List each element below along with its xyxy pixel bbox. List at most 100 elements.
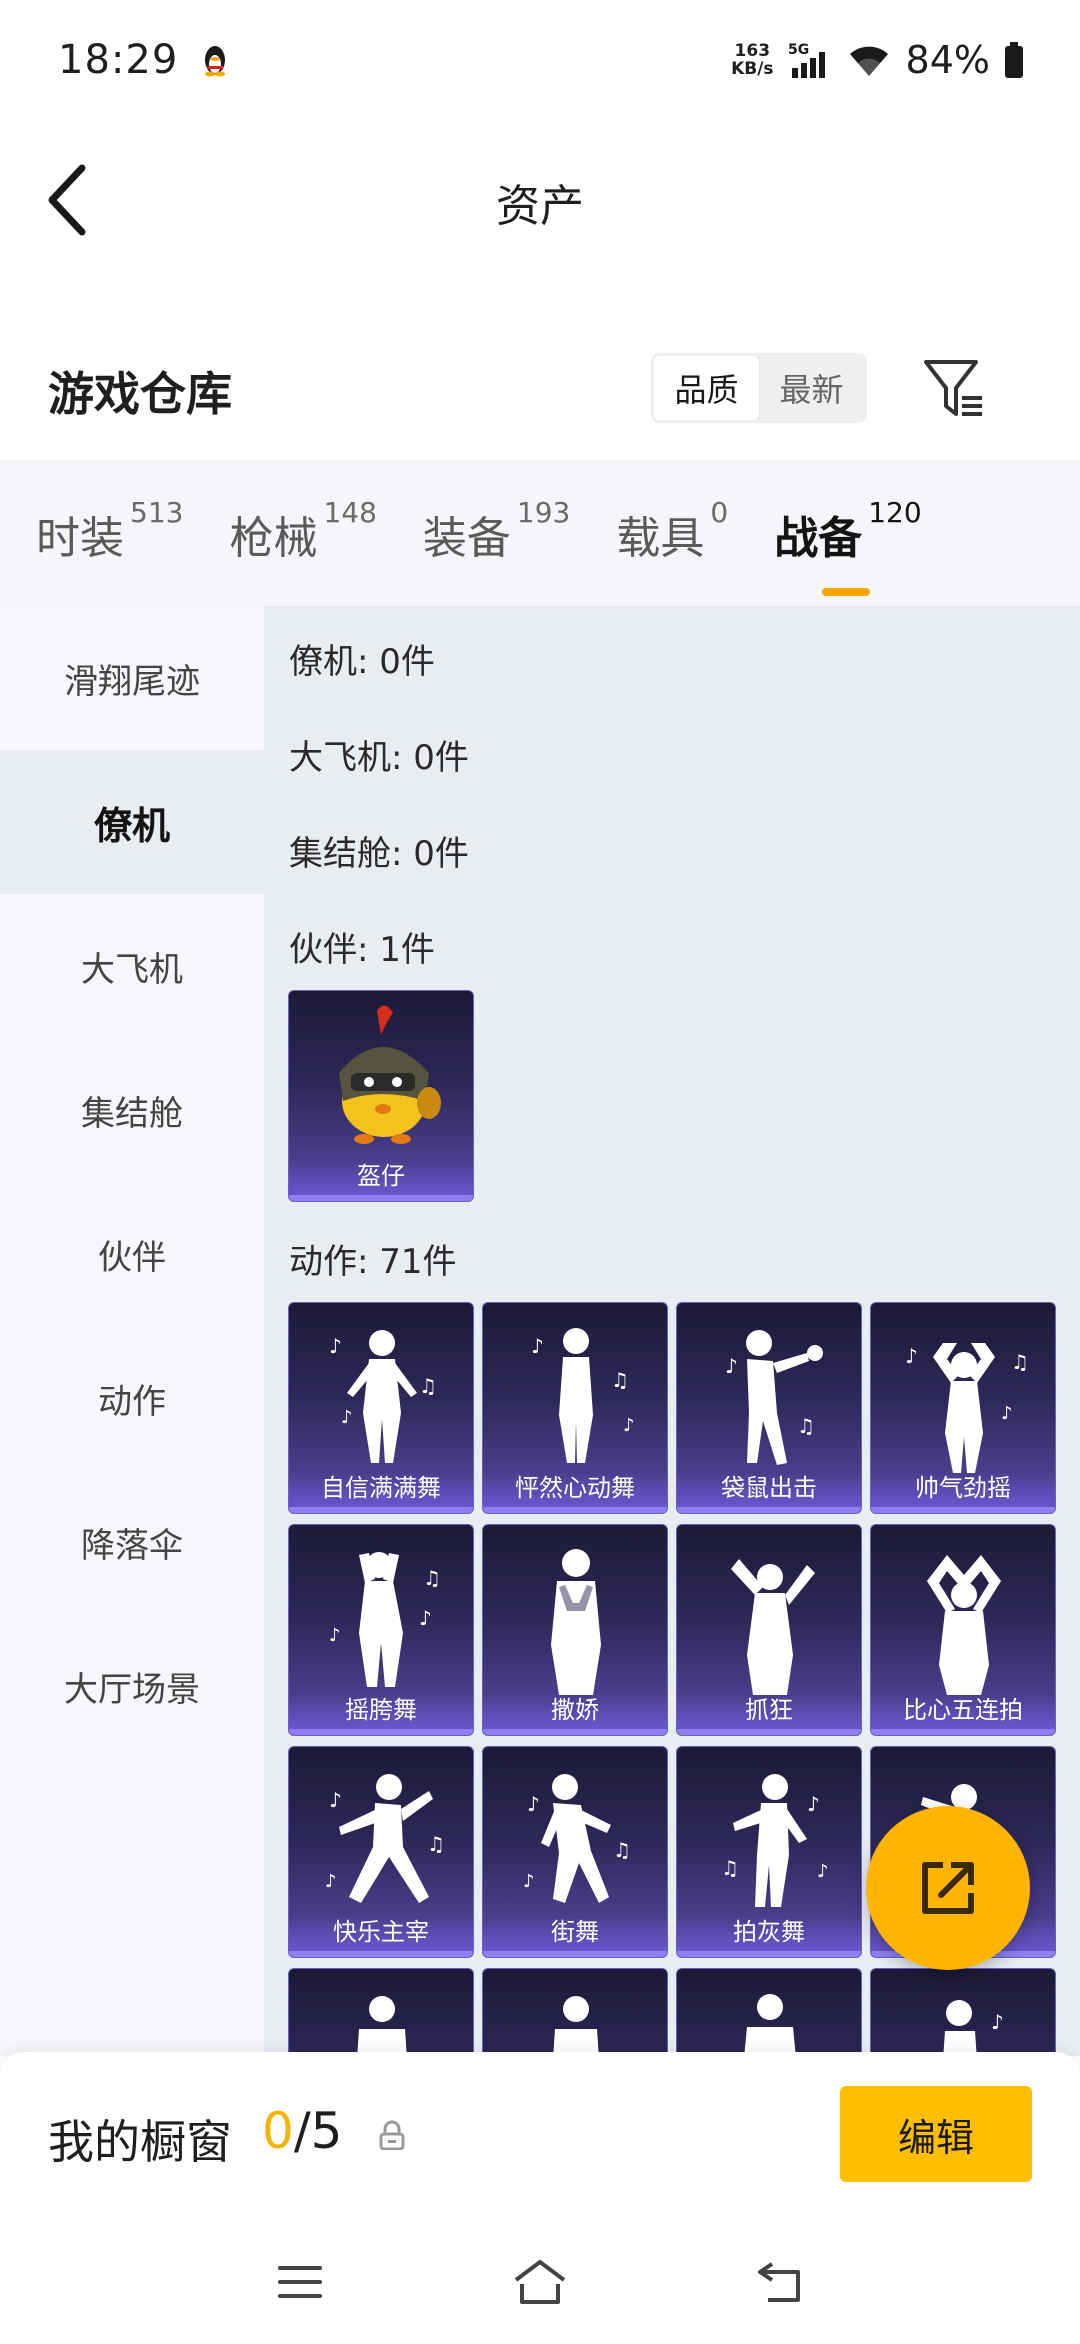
item-name: 街舞: [551, 1918, 599, 1946]
svg-text:♫: ♫: [721, 1856, 739, 1880]
item-name: 怦然心动舞: [515, 1474, 635, 1502]
system-nav-bar: [0, 2220, 1080, 2344]
svg-text:♪: ♪: [991, 2010, 1004, 2034]
showcase-count: 0/5: [262, 2102, 343, 2160]
dancer-silhouette-image: [927, 1555, 1001, 1695]
item-name: 比心五连拍: [903, 1696, 1023, 1724]
svg-text:♫: ♫: [427, 1832, 445, 1856]
category-tabs: 时装 513 枪械 148 装备 193 载具 0 战备 120: [0, 460, 1080, 606]
dancer-silhouette-image: [357, 1996, 407, 2056]
svg-text:5G: 5G: [788, 42, 809, 58]
dancer-silhouette-image: ♪ ♫ ♪: [531, 1328, 635, 1463]
warehouse-header: 游戏仓库 品质 最新: [0, 340, 1080, 440]
item-card[interactable]: ♪ ♫ ♪ 街舞: [482, 1746, 668, 1958]
item-name: 摇胯舞: [345, 1696, 417, 1724]
page-title: 资产: [496, 181, 584, 232]
item-card[interactable]: ♪ ♫ 袋鼠出击: [676, 1302, 862, 1514]
svg-text:♪: ♪: [325, 1871, 337, 1892]
svg-text:♪: ♪: [523, 1871, 535, 1892]
item-card[interactable]: ♫ ♪ ♪ 摇胯舞: [288, 1524, 474, 1736]
section-label-wingman: 僚机: 0件: [289, 642, 435, 682]
showcase-bar: 我的橱窗 0/5 编辑: [0, 2052, 1080, 2220]
tab-vehicles[interactable]: 载具 0: [616, 496, 728, 566]
tab-weapons[interactable]: 枪械 148: [229, 496, 376, 566]
sort-newest-option[interactable]: 最新: [759, 356, 864, 420]
battery-icon: [1005, 42, 1023, 78]
item-name: 自信满满舞: [321, 1474, 441, 1502]
sidebar-item-emote[interactable]: 动作: [0, 1326, 264, 1470]
item-name: 快乐主宰: [333, 1918, 429, 1946]
svg-text:♫: ♫: [419, 1374, 437, 1398]
section-label-emote: 动作: 71件: [289, 1242, 457, 1282]
home-icon[interactable]: [510, 2256, 570, 2308]
cellular-signal-icon: 5G: [788, 42, 825, 78]
sidebar-item-lobby-scene[interactable]: 大厅场景: [0, 1614, 264, 1758]
back-nav-icon[interactable]: [752, 2256, 812, 2308]
dancer-silhouette-image: [553, 1996, 599, 2056]
svg-text:♪: ♪: [531, 1334, 544, 1358]
item-card[interactable]: ♪ ♫ ♪ 帅气劲摇: [870, 1302, 1056, 1514]
sidebar-item-parachute[interactable]: 降落伞: [0, 1470, 264, 1614]
item-card[interactable]: 撒娇: [482, 1524, 668, 1736]
item-card[interactable]: ♪ ♫ ♪ 拍灰舞: [676, 1746, 862, 1958]
helmet-chick-image: [339, 1005, 441, 1144]
status-time: 18:29: [58, 37, 179, 83]
svg-text:♫: ♫: [797, 1414, 815, 1438]
sidebar-item-partner[interactable]: 伙伴: [0, 1182, 264, 1326]
item-name: 抓狂: [745, 1696, 793, 1724]
external-link-icon: [922, 1862, 974, 1914]
dancer-silhouette-image: ♪ ♫ ♪: [523, 1774, 631, 1903]
svg-text:♪: ♪: [807, 1792, 820, 1816]
filter-icon[interactable]: [920, 356, 986, 422]
svg-text:♫: ♫: [613, 1838, 631, 1862]
item-card[interactable]: ♪ ♫ ♪ 自信满满舞: [288, 1302, 474, 1514]
sidebar-item-wingman[interactable]: 僚机: [0, 750, 264, 894]
item-name: 拍灰舞: [733, 1918, 805, 1946]
edit-button[interactable]: 编辑: [840, 2086, 1032, 2182]
dancer-silhouette-image: [551, 1549, 601, 1695]
svg-text:♪: ♪: [527, 1792, 540, 1816]
svg-text:♪: ♪: [329, 1334, 342, 1358]
item-name: 撒娇: [551, 1696, 599, 1724]
item-card[interactable]: 抓狂: [676, 1524, 862, 1736]
svg-text:♪: ♪: [419, 1606, 432, 1630]
lock-icon: [379, 2120, 405, 2150]
svg-text:♫: ♫: [611, 1368, 629, 1392]
item-card[interactable]: ♪: [870, 1968, 1056, 2056]
dancer-silhouette-image: ♫ ♪ ♪: [329, 1552, 441, 1687]
svg-text:♫: ♫: [1011, 1350, 1029, 1374]
sidebar-item-glide-trail[interactable]: 滑翔尾迹: [0, 606, 264, 750]
section-label-assembly-pod: 集结舱: 0件: [289, 834, 469, 874]
svg-text:♪: ♪: [329, 1788, 342, 1812]
item-name: 袋鼠出击: [721, 1474, 817, 1502]
menu-icon[interactable]: [270, 2256, 330, 2308]
tab-fashion[interactable]: 时装 513: [36, 496, 183, 566]
tab-combat-prep[interactable]: 战备 120: [774, 496, 922, 596]
status-bar: 18:29 163 KB/s 5G 84%: [0, 0, 1080, 120]
item-card[interactable]: 比心五连拍: [870, 1524, 1056, 1736]
dancer-silhouette-image: [731, 1559, 815, 1695]
dancer-silhouette-image: [744, 1994, 796, 2056]
tab-equipment[interactable]: 装备 193: [423, 496, 570, 566]
svg-text:♪: ♪: [329, 1625, 341, 1646]
sidebar-item-big-plane[interactable]: 大飞机: [0, 894, 264, 1038]
sort-toggle: 品质 最新: [651, 353, 867, 423]
svg-text:♪: ♪: [905, 1344, 918, 1368]
dancer-silhouette-image: ♪ ♫ ♪: [325, 1774, 445, 1903]
share-fab[interactable]: [866, 1806, 1030, 1970]
sort-quality-option[interactable]: 品质: [654, 356, 759, 420]
item-card[interactable]: [288, 1968, 474, 2056]
item-card[interactable]: 盔仔: [288, 990, 474, 1202]
sidebar-item-assembly-pod[interactable]: 集结舱: [0, 1038, 264, 1182]
item-card[interactable]: ♪ ♫ ♪ 快乐主宰: [288, 1746, 474, 1958]
item-card[interactable]: [676, 1968, 862, 2056]
svg-text:♪: ♪: [725, 1354, 738, 1378]
item-card[interactable]: ♪ ♫ ♪ 怦然心动舞: [482, 1302, 668, 1514]
active-tab-indicator: [822, 588, 871, 596]
svg-text:♪: ♪: [1001, 1403, 1013, 1424]
section-label-big-plane: 大飞机: 0件: [289, 738, 469, 778]
item-name: 盔仔: [357, 1162, 405, 1190]
sidebar: 滑翔尾迹 僚机 大飞机 集结舱 伙伴 动作 降落伞 大厅场景: [0, 606, 264, 2056]
item-card[interactable]: [482, 1968, 668, 2056]
dancer-silhouette-image: ♪: [943, 2000, 1004, 2056]
